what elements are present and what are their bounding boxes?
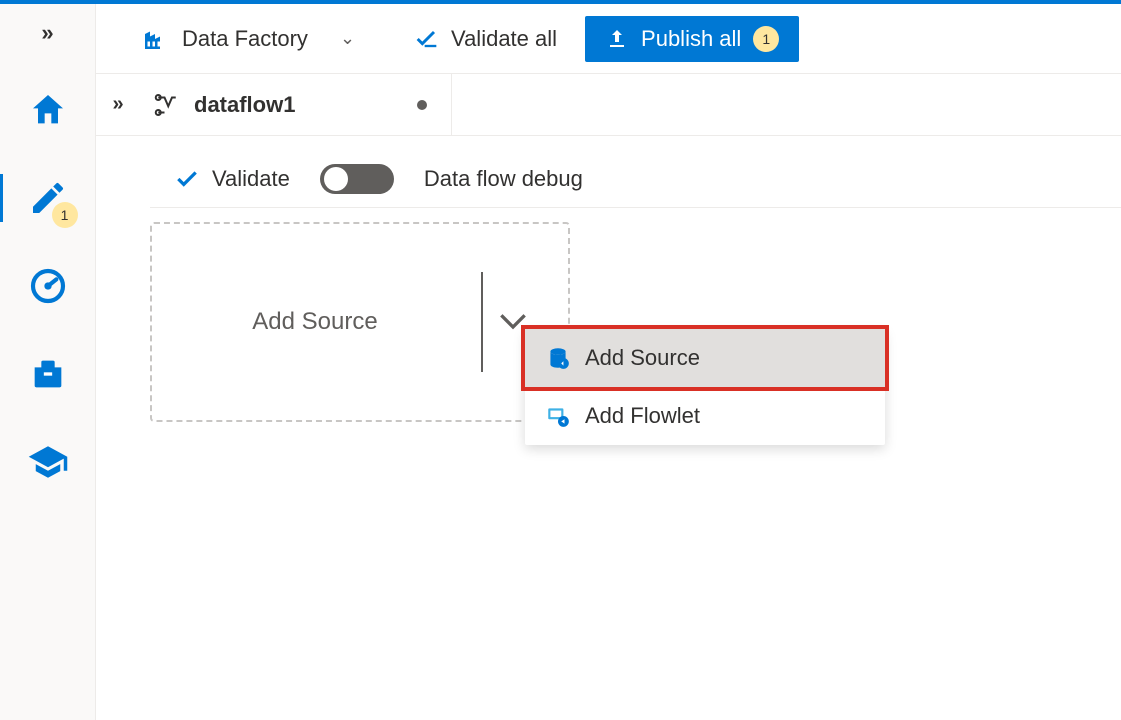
validate-all-button[interactable]: Validate all — [413, 25, 557, 53]
expand-panel-chevrons-icon[interactable]: » — [96, 93, 140, 116]
check-icon — [174, 166, 200, 192]
author-nav-button[interactable]: 1 — [24, 174, 72, 222]
home-icon — [28, 90, 68, 130]
manage-nav-button[interactable] — [24, 350, 72, 398]
publish-all-label: Publish all — [641, 26, 741, 52]
menu-item-add-source-label: Add Source — [585, 345, 700, 371]
add-source-placeholder-box[interactable]: Add Source — [150, 222, 570, 422]
database-icon — [545, 345, 571, 371]
chevron-down-icon: ⌄ — [340, 28, 355, 49]
add-source-context-menu: Add Source Add Flowlet — [525, 329, 885, 445]
validate-button[interactable]: Validate — [174, 166, 290, 192]
author-changes-badge: 1 — [52, 202, 78, 228]
factory-label: Data Factory — [182, 26, 308, 52]
graduation-cap-icon — [27, 441, 69, 483]
debug-toggle-label: Data flow debug — [424, 166, 583, 192]
left-navigation-rail: » 1 — [0, 4, 96, 720]
factory-selector[interactable]: Data Factory ⌄ — [140, 24, 355, 54]
gauge-icon — [28, 266, 68, 306]
debug-toggle[interactable] — [320, 164, 394, 194]
menu-item-add-flowlet[interactable]: Add Flowlet — [525, 387, 885, 445]
upload-icon — [605, 27, 629, 51]
validate-all-label: Validate all — [451, 26, 557, 52]
validate-label: Validate — [212, 166, 290, 192]
publish-pending-badge: 1 — [753, 26, 779, 52]
top-toolbar: Data Factory ⌄ Validate all Publish all … — [96, 4, 1121, 74]
publish-all-button[interactable]: Publish all 1 — [585, 16, 799, 62]
learn-nav-button[interactable] — [24, 438, 72, 486]
check-list-icon — [413, 25, 441, 53]
dataflow-toolbar: Validate Data flow debug — [150, 150, 1121, 208]
unsaved-indicator-icon — [417, 100, 427, 110]
tab-label: dataflow1 — [194, 92, 295, 118]
tab-dataflow[interactable]: dataflow1 — [140, 74, 452, 135]
flowlet-icon — [545, 403, 571, 429]
monitor-nav-button[interactable] — [24, 262, 72, 310]
menu-item-add-flowlet-label: Add Flowlet — [585, 403, 700, 429]
menu-item-add-source[interactable]: Add Source — [525, 329, 885, 387]
toggle-knob — [324, 167, 348, 191]
dataflow-icon — [152, 90, 182, 120]
dataflow-canvas[interactable]: Add Source — [150, 222, 1121, 720]
toolbox-icon — [28, 354, 68, 394]
expand-rail-chevrons-icon[interactable]: » — [41, 20, 53, 46]
factory-icon — [140, 24, 170, 54]
tab-row: » dataflow1 — [96, 74, 1121, 136]
divider — [481, 272, 483, 372]
home-nav-button[interactable] — [24, 86, 72, 134]
